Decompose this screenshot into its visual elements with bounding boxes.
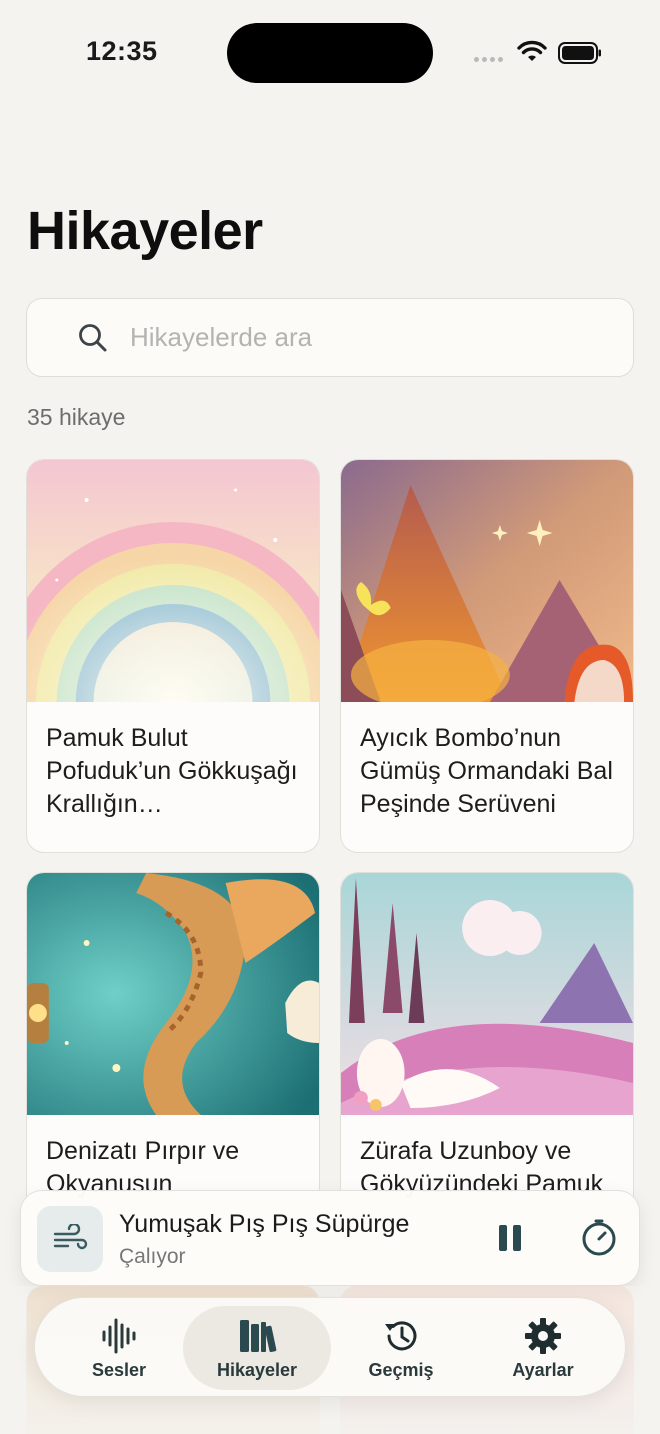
story-title: Zürafa Uzunboy ve Gökyüzündeki Pamuk <box>360 1137 604 1198</box>
gear-icon <box>525 1317 561 1354</box>
story-card[interactable]: Pamuk Bulut Pofuduk’un Gökkuşağı Krallığ… <box>26 459 320 853</box>
sleep-timer-button[interactable] <box>579 1218 619 1258</box>
tab-label: Geçmiş <box>368 1359 434 1380</box>
dynamic-island <box>227 23 433 83</box>
now-playing-status: Çalıyor <box>119 1245 186 1268</box>
story-cover-image <box>341 460 633 702</box>
story-cover-image <box>27 873 319 1115</box>
tab-bar: Sesler Hikayeler Geçmiş Ayarlar <box>34 1297 626 1397</box>
history-icon <box>385 1320 417 1350</box>
story-title: Ayıcık Bombo’nun Gümüş Ormandaki Bal Peş… <box>360 724 613 818</box>
story-cover-image <box>27 460 319 702</box>
cellular-signal-icon <box>474 57 503 62</box>
story-cover-image <box>341 873 633 1115</box>
tab-label: Ayarlar <box>512 1359 574 1380</box>
tab-gecmis[interactable]: Geçmiş <box>327 1306 475 1390</box>
tab-label: Sesler <box>91 1359 147 1380</box>
tab-label: Hikayeler <box>216 1359 298 1380</box>
tab-hikayeler[interactable]: Hikayeler <box>183 1306 331 1390</box>
search-bar[interactable] <box>26 298 634 377</box>
now-playing-bar[interactable]: Yumuşak Pış Pış Süpürge Çalıyor <box>20 1190 640 1286</box>
search-icon <box>79 323 107 351</box>
books-icon <box>240 1319 277 1352</box>
now-playing-title: Yumuşak Pış Pış Süpürge <box>119 1210 410 1238</box>
tab-ayarlar[interactable]: Ayarlar <box>469 1306 617 1390</box>
wifi-icon <box>517 40 547 61</box>
status-time: 12:35 <box>86 36 158 66</box>
story-title: Pamuk Bulut Pofuduk’un Gökkuşağı Krallığ… <box>46 724 298 818</box>
story-count: 35 hikaye <box>27 404 126 430</box>
tab-sesler[interactable]: Sesler <box>45 1306 193 1390</box>
wind-icon <box>53 1224 88 1250</box>
waveform-icon <box>102 1318 136 1353</box>
search-input[interactable] <box>130 322 610 353</box>
battery-icon <box>558 42 601 64</box>
now-playing-thumbnail <box>37 1206 103 1272</box>
story-title: Denizatı Pırpır ve Okyanusun <box>46 1137 240 1198</box>
pause-button[interactable] <box>495 1221 525 1255</box>
story-card[interactable]: Ayıcık Bombo’nun Gümüş Ormandaki Bal Peş… <box>340 459 634 853</box>
status-bar: 12:35 <box>0 0 660 110</box>
page-title: Hikayeler <box>27 201 263 261</box>
